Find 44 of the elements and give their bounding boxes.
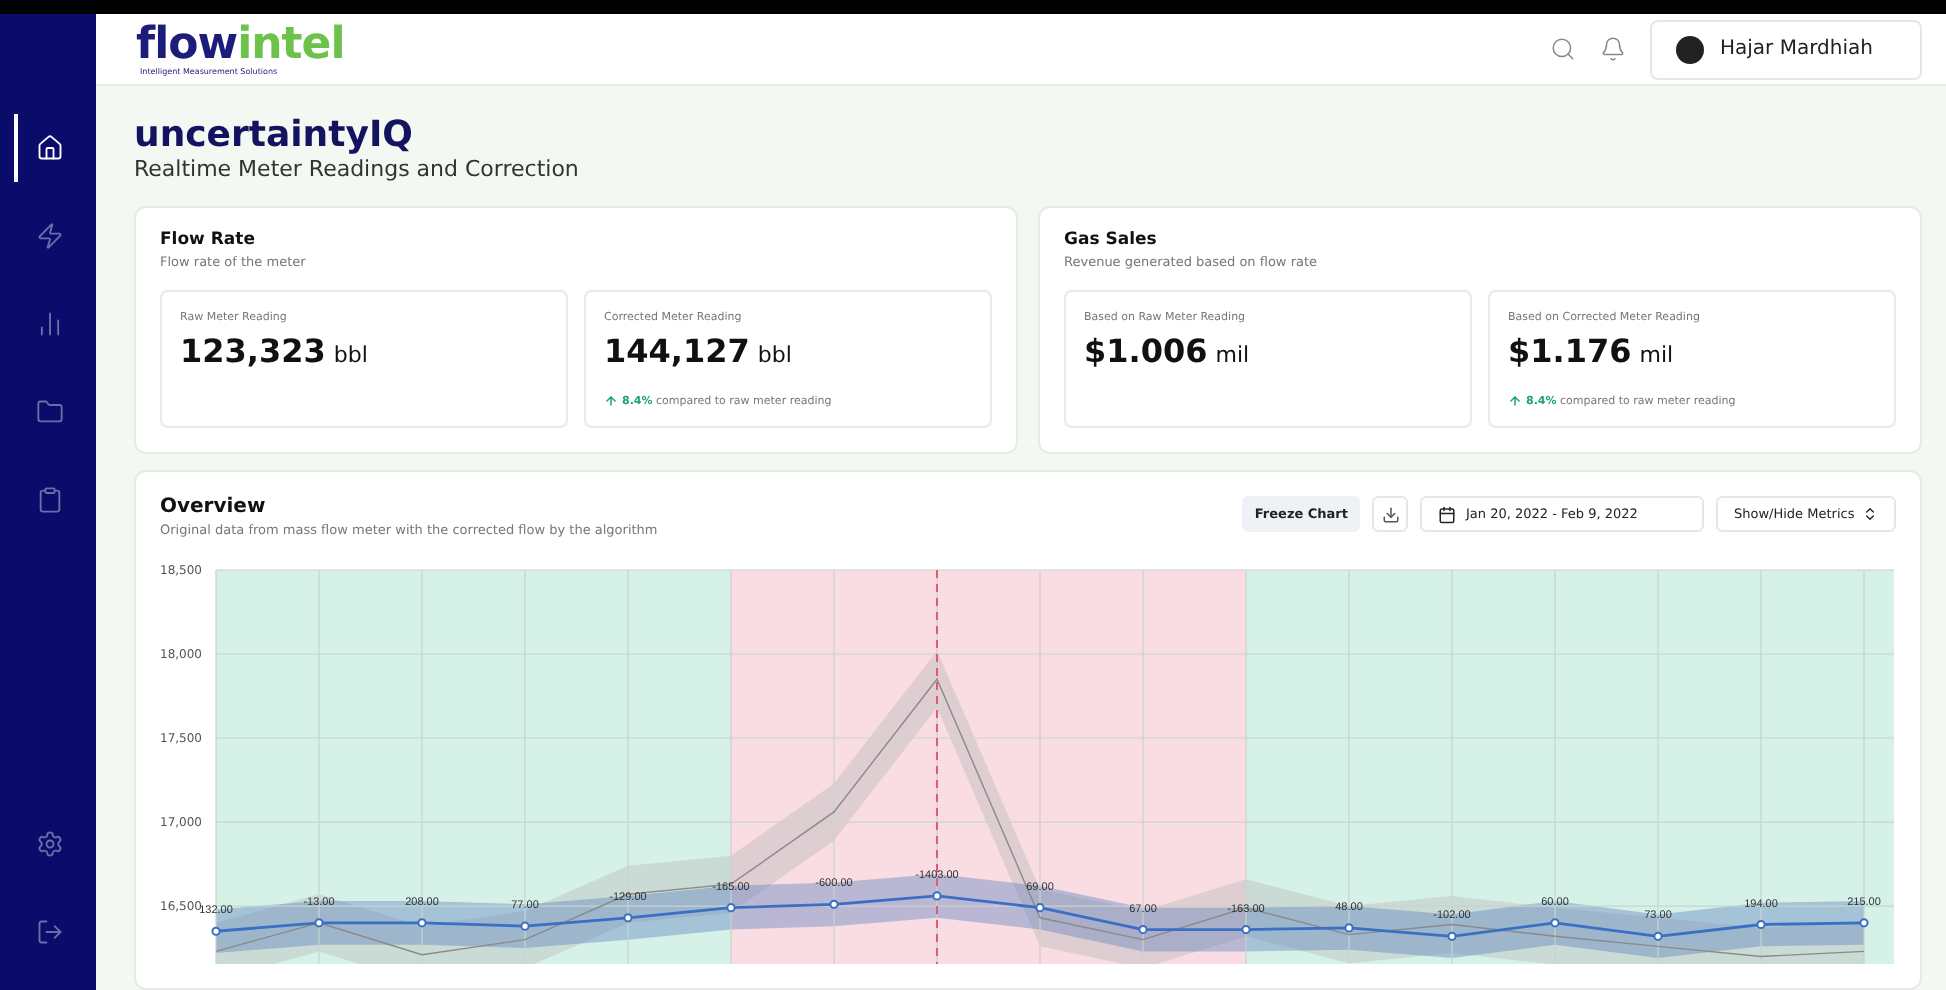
calendar-icon xyxy=(1438,505,1456,523)
data-point xyxy=(211,926,221,936)
up-arrow-icon xyxy=(604,394,618,408)
data-point xyxy=(1756,919,1766,930)
data-point xyxy=(1138,924,1148,935)
data-point xyxy=(520,921,530,931)
data-point xyxy=(1241,924,1251,935)
stat-value: 123,323 bbl xyxy=(180,332,370,370)
data-point xyxy=(829,899,839,909)
download-button[interactable] xyxy=(1372,496,1408,532)
stat-value: 144,127 bbl xyxy=(604,332,794,370)
avatar xyxy=(1676,35,1704,63)
data-point xyxy=(417,918,427,928)
settings-icon[interactable] xyxy=(36,830,64,858)
home-icon xyxy=(36,134,64,162)
folder-icon xyxy=(36,398,64,426)
lightning-icon xyxy=(36,222,64,250)
data-point xyxy=(932,891,942,901)
logo: flowintel xyxy=(136,23,345,67)
card-title: Flow Rate xyxy=(160,230,257,250)
data-point xyxy=(1653,931,1663,941)
data-point xyxy=(1550,918,1560,928)
data-point xyxy=(314,918,324,928)
card-title: Overview xyxy=(160,496,268,518)
data-point xyxy=(623,913,633,923)
data-point xyxy=(726,903,736,913)
up-arrow-icon xyxy=(1508,394,1522,408)
logout-icon[interactable] xyxy=(36,918,64,946)
data-point xyxy=(1035,903,1045,913)
stat-value: $1.176 mil xyxy=(1508,332,1676,370)
page-title: uncertaintyIQ xyxy=(134,114,415,156)
chevrons-icon xyxy=(1862,506,1878,522)
download-icon xyxy=(1381,505,1399,523)
user-menu-button[interactable]: Hajar Mardhiah xyxy=(1650,19,1922,79)
bar-chart-icon xyxy=(36,310,64,338)
data-point xyxy=(1859,918,1869,928)
card-title: Gas Sales xyxy=(1064,230,1159,250)
clipboard-icon xyxy=(36,486,64,514)
search-icon[interactable] xyxy=(1550,36,1576,62)
data-point xyxy=(1447,931,1457,941)
stat-value: $1.006 mil xyxy=(1084,332,1252,370)
bell-icon[interactable] xyxy=(1600,36,1626,62)
data-point xyxy=(1344,923,1354,933)
page-subtitle: Realtime Meter Readings and Correction xyxy=(134,156,581,182)
